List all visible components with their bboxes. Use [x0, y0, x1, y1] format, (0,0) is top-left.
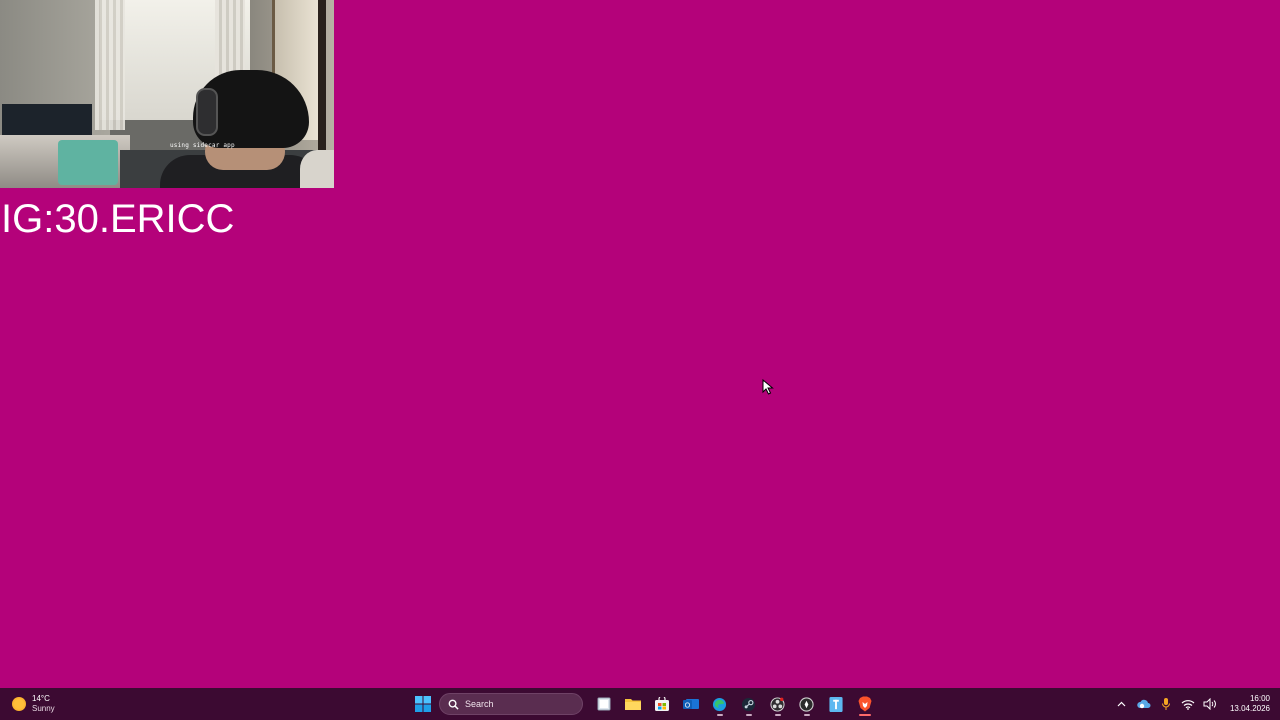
taskbar-center: Search O — [408, 691, 879, 717]
circle-app-button[interactable] — [792, 691, 821, 717]
taskbar-search[interactable]: Search — [439, 693, 583, 715]
store-icon — [654, 697, 669, 711]
clock-time: 16:00 — [1249, 694, 1270, 703]
outlook-button[interactable]: O — [676, 691, 705, 717]
edge-icon — [712, 697, 727, 711]
edge-button[interactable] — [705, 691, 734, 717]
wifi-icon — [1181, 699, 1195, 710]
volume-icon — [1203, 698, 1216, 710]
search-icon — [448, 699, 459, 710]
cloud-sync-button[interactable] — [1136, 696, 1152, 712]
windows-logo-icon — [414, 696, 431, 712]
microphone-icon — [1161, 698, 1170, 710]
steam-icon — [741, 697, 756, 711]
headphone — [196, 88, 218, 136]
cloud-sync-icon — [1137, 699, 1151, 709]
clock-date: 13.04.2026 — [1229, 704, 1270, 713]
brave-button[interactable] — [850, 691, 879, 717]
volume-button[interactable] — [1202, 696, 1218, 712]
chevron-up-icon — [1118, 701, 1126, 707]
weather-temperature: 14°C — [32, 694, 50, 703]
running-indicator — [745, 714, 752, 716]
task-view-button[interactable] — [589, 691, 618, 717]
sun-icon — [12, 697, 26, 711]
file-explorer-button[interactable] — [618, 691, 647, 717]
weather-text: 14°C Sunny — [32, 694, 55, 714]
show-hidden-icons-button[interactable] — [1114, 696, 1130, 712]
webcam-overlay: using sidecar app — [0, 0, 334, 188]
running-indicator — [774, 714, 781, 716]
blue-app-button[interactable] — [821, 691, 850, 717]
obs-button[interactable] — [763, 691, 792, 717]
obs-icon — [770, 696, 785, 712]
microphone-button[interactable] — [1158, 696, 1174, 712]
steam-button[interactable] — [734, 691, 763, 717]
webcam-towel — [58, 140, 118, 185]
store-button[interactable] — [647, 691, 676, 717]
folder-icon — [624, 699, 641, 710]
running-indicator — [803, 714, 810, 716]
webcam-curtain-left — [95, 0, 125, 130]
blue-app-icon — [828, 696, 843, 712]
system-tray: 16:00 13.04.2026 — [1114, 691, 1270, 717]
overlay-title: IG:30.ERICC — [1, 197, 235, 241]
active-indicator — [858, 714, 871, 716]
task-view-icon — [597, 697, 610, 711]
network-button[interactable] — [1180, 696, 1196, 712]
taskbar: 14°C Sunny Search O 16:00 13.04.2026 — [0, 688, 1280, 720]
running-indicator — [716, 714, 723, 716]
clock[interactable]: 16:00 13.04.2026 — [1230, 694, 1270, 714]
weather-condition: Sunny — [32, 704, 55, 713]
svg-text:O: O — [684, 703, 690, 710]
brave-lion-icon — [858, 696, 871, 712]
mouse-cursor-icon — [762, 379, 774, 395]
search-placeholder: Search — [465, 699, 494, 709]
webcam-glare — [300, 150, 334, 188]
weather-widget[interactable]: 14°C Sunny — [12, 693, 55, 715]
webcam-caption: using sidecar app — [170, 142, 235, 149]
start-button[interactable] — [408, 691, 437, 717]
circle-app-icon — [799, 696, 814, 712]
mail-icon: O — [682, 699, 699, 710]
